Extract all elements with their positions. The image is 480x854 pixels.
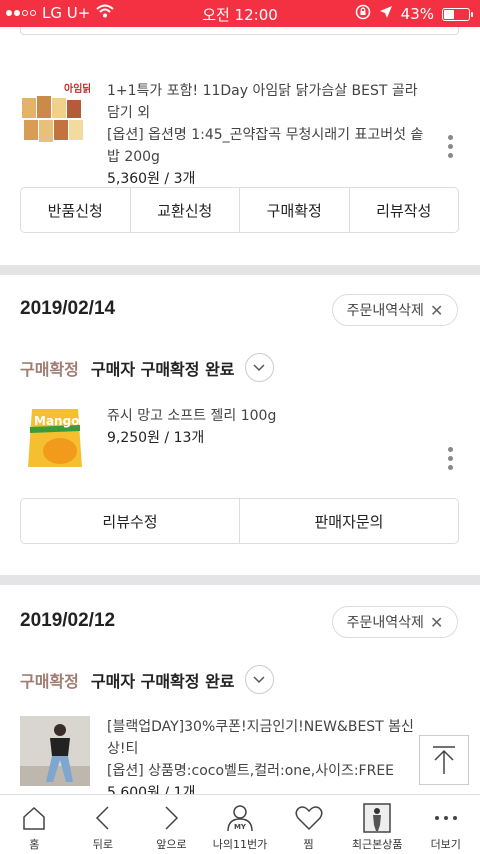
order-date: 2019/02/12 bbox=[20, 610, 116, 631]
exchange-request-button[interactable]: 교환신청 bbox=[131, 188, 240, 232]
nav-forward-label: 앞으로 bbox=[156, 838, 187, 851]
battery-icon bbox=[442, 7, 473, 21]
nav-recent-items-label: 최근본상품 bbox=[351, 838, 403, 851]
order-action-buttons: 반품신청 교환신청 구매확정 리뷰작성 bbox=[20, 187, 459, 233]
svg-text:아임닭: 아임닭 bbox=[64, 82, 90, 95]
heart-icon bbox=[295, 801, 323, 835]
price-quantity: 9,250원 / 13개 bbox=[107, 430, 205, 446]
nav-home[interactable]: 홈 bbox=[0, 795, 69, 854]
arrow-up-icon bbox=[433, 746, 455, 774]
my-icon-text: MY bbox=[234, 823, 247, 831]
scroll-to-top-button[interactable] bbox=[419, 735, 469, 785]
status-bar: LG U+ 오전 12:00 43% bbox=[0, 0, 480, 27]
seller-inquiry-button[interactable]: 판매자문의 bbox=[240, 499, 458, 543]
product-thumbnail[interactable] bbox=[20, 716, 90, 786]
forward-icon bbox=[161, 801, 181, 835]
order-date: 2019/02/14 bbox=[20, 298, 116, 319]
close-icon: ✕ bbox=[429, 300, 444, 320]
nav-more-label: 더보기 bbox=[430, 838, 461, 851]
nav-back-label: 뒤로 bbox=[92, 838, 113, 851]
battery-percent: 43% bbox=[400, 5, 434, 23]
product-thumbnail[interactable]: Mango bbox=[20, 403, 90, 473]
chevron-down-icon[interactable] bbox=[244, 665, 274, 694]
more-icon bbox=[434, 801, 458, 835]
more-options-icon[interactable] bbox=[448, 447, 454, 474]
product-name[interactable]: 쥬시 망고 소프트 젤리 100g bbox=[107, 405, 430, 427]
nav-forward[interactable]: 앞으로 bbox=[137, 795, 206, 854]
nav-recent-items[interactable]: 최근본상품 bbox=[343, 795, 412, 854]
section-divider bbox=[0, 575, 480, 585]
section-divider bbox=[0, 265, 480, 275]
status-badge: 구매확정 bbox=[20, 671, 79, 691]
nav-back[interactable]: 뒤로 bbox=[69, 795, 138, 854]
bottom-navigation: 홈 뒤로 앞으로 MY 나의11번가 찜 최근본상품 더보기 bbox=[0, 794, 480, 854]
my-icon: MY bbox=[226, 801, 254, 835]
chevron-down-icon[interactable] bbox=[244, 353, 274, 382]
confirm-purchase-button[interactable]: 구매확정 bbox=[240, 188, 350, 232]
nav-wishlist[interactable]: 찜 bbox=[274, 795, 343, 854]
status-text: 구매자 구매확정 완료 bbox=[90, 671, 235, 691]
home-icon bbox=[21, 801, 47, 835]
location-icon bbox=[379, 5, 393, 23]
order-status: 구매확정 구매자 구매확정 완료 bbox=[20, 353, 274, 382]
order-action-buttons: 리뷰수정 판매자문의 bbox=[20, 498, 459, 544]
recent-item-icon bbox=[363, 801, 391, 835]
previous-button-row-edge bbox=[20, 27, 459, 35]
write-review-button[interactable]: 리뷰작성 bbox=[350, 188, 459, 232]
delete-order-button[interactable]: 주문내역삭제 ✕ bbox=[332, 294, 458, 326]
status-text: 구매자 구매확정 완료 bbox=[90, 359, 235, 379]
nav-home-label: 홈 bbox=[29, 838, 40, 851]
nav-my11st-label: 나의11번가 bbox=[212, 838, 268, 851]
product-thumbnail[interactable]: 아임닭 bbox=[20, 78, 92, 148]
svg-text:Mango: Mango bbox=[34, 414, 79, 428]
delete-order-button[interactable]: 주문내역삭제 ✕ bbox=[332, 606, 458, 638]
close-icon: ✕ bbox=[429, 612, 444, 632]
product-name[interactable]: 1+1특가 포함! 11Day 아임닭 닭가슴살 BEST 골라담기 외 bbox=[107, 80, 430, 124]
status-badge: 구매확정 bbox=[20, 359, 79, 379]
nav-wishlist-label: 찜 bbox=[303, 838, 314, 851]
nav-my11st[interactable]: MY 나의11번가 bbox=[206, 795, 275, 854]
more-options-icon[interactable] bbox=[448, 135, 454, 162]
order-status: 구매확정 구매자 구매확정 완료 bbox=[20, 665, 274, 694]
product-option: [옵션] 상품명:coco벨트,컬러:one,사이즈:FREE bbox=[107, 763, 395, 779]
return-request-button[interactable]: 반품신청 bbox=[21, 188, 131, 232]
product-name[interactable]: [블랙업DAY]30%쿠폰!지금인기!NEW&BEST 봄신상!티 bbox=[107, 716, 430, 760]
delete-order-label: 주문내역삭제 bbox=[346, 303, 424, 319]
delete-order-label: 주문내역삭제 bbox=[346, 615, 424, 631]
product-option: [옵션] 옵션명 1:45_곤약잡곡 무청시래기 표고버섯 솥밥 200g bbox=[107, 127, 424, 165]
rotation-lock-icon bbox=[355, 4, 371, 24]
nav-more[interactable]: 더보기 bbox=[411, 795, 480, 854]
edit-review-button[interactable]: 리뷰수정 bbox=[21, 499, 240, 543]
back-icon bbox=[93, 801, 113, 835]
